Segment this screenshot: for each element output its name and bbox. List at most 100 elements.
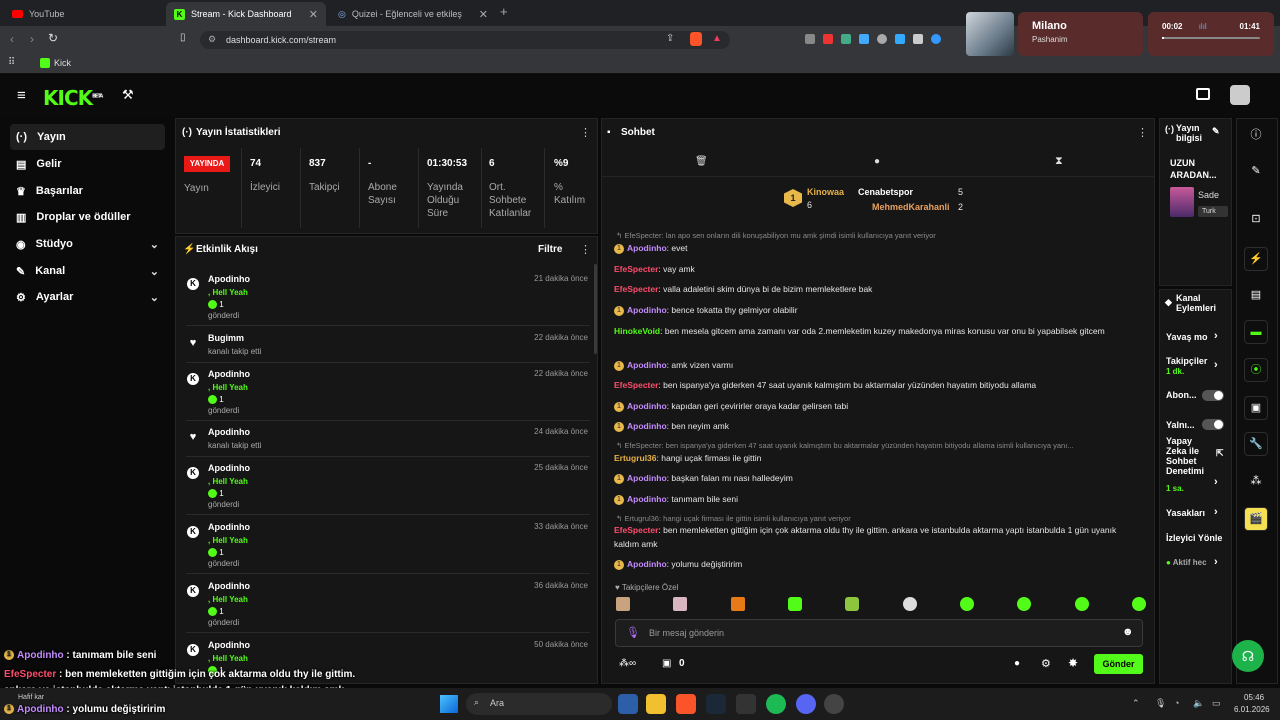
close-tab-icon[interactable]: ✕ [309,8,318,21]
stream-preview-icon[interactable] [1196,88,1210,100]
lightning-icon[interactable]: ⚡ [1244,247,1268,271]
badge-settings-icon[interactable]: ✸ [1068,656,1078,670]
avatar[interactable] [1230,85,1250,105]
headset-support-icon[interactable]: ☊ [1232,640,1264,672]
emote-icon[interactable] [730,597,745,611]
emote-icon[interactable] [845,597,860,611]
broadcast-icon[interactable]: ⦿ [1244,358,1268,382]
sidebar-item-basarilar[interactable]: ♛ Başarılar [10,178,165,204]
filter-button[interactable]: Filtre [538,244,562,255]
kick-logo[interactable]: KICKBETA [43,86,103,110]
apps-icon[interactable]: ⠿ [8,57,15,68]
more-options-icon[interactable]: ⋮ [580,126,591,139]
clapper-icon[interactable]: 🎬 [1244,507,1268,531]
action-viewer-redirect[interactable]: İzleyici Yönle [1166,533,1230,543]
edit-icon[interactable]: ✎ [1244,160,1268,184]
gear-icon[interactable]: ⚙ [1041,657,1051,670]
sidebar-item-gelir[interactable]: ▤ Gelir [10,151,165,177]
emote-icon[interactable] [902,597,917,611]
stream-tag[interactable]: Turk [1198,206,1228,217]
epic-games-icon[interactable] [736,694,756,714]
subscribers-only-toggle[interactable] [1202,390,1224,401]
extension-icon[interactable] [859,34,869,44]
chat-bubble-icon[interactable]: ● [1014,658,1020,669]
tab-quizei[interactable]: ◎ Quizei - Eğlenceli ve etkileşimli quiz… [330,2,496,26]
microphone-icon[interactable]: 🎙 [626,626,640,639]
info-icon[interactable]: ⓘ [1244,124,1268,148]
emote-icon[interactable] [1017,597,1032,611]
tray-chevron-icon[interactable]: ⌃ [1132,698,1140,709]
steam-icon[interactable] [706,694,726,714]
forward-icon[interactable]: › [30,32,34,46]
emote-icon[interactable] [673,597,688,611]
chat-bubble-icon[interactable]: ▬ [1244,320,1268,344]
scrollbar[interactable] [594,264,597,354]
action-ai-moderation[interactable]: Yapay Zeka ile Sohbet Denetimi Hesap ya [1166,436,1210,476]
sidebar-item-droplar[interactable]: ▥ Droplar ve ödüller [10,204,165,230]
trash-icon[interactable]: 🗑 [695,156,708,167]
clock-time[interactable]: 05:46 [1244,693,1264,702]
bookmark-icon[interactable]: ▯ [180,32,186,43]
task-view-icon[interactable] [618,694,638,714]
bookmark-kick[interactable]: Kick [54,58,71,68]
share-icon[interactable]: ⁂ [1244,470,1268,494]
brave-shield-icon[interactable] [690,32,702,46]
hammer-icon[interactable]: ⚒ [122,87,134,103]
microphone-icon[interactable]: 🎙 [1155,698,1166,709]
hamburger-menu-icon[interactable]: ≡ [17,87,26,104]
reload-icon[interactable]: ↻ [48,31,58,45]
sidebar-item-studyo[interactable]: ◉ Stüdyo ⌄ [10,231,165,257]
close-tab-icon[interactable]: ✕ [479,8,488,21]
extension-icon[interactable] [895,34,905,44]
clock-date[interactable]: 6.01.2026 [1234,705,1270,714]
discord-icon[interactable] [796,694,816,714]
category-name[interactable]: Sade [1198,190,1219,200]
sidebar-item-kanal[interactable]: ✎ Kanal ⌄ [10,258,165,284]
back-icon[interactable]: ‹ [10,32,14,46]
file-explorer-icon[interactable] [646,694,666,714]
emoji-icon[interactable]: ☻ [1122,626,1134,638]
chat-input[interactable]: 🎙 Bir mesaj gönderin ☻ [615,619,1143,647]
spotify-icon[interactable] [766,694,786,714]
layout-icon[interactable]: ▣ [1244,396,1268,420]
more-options-icon[interactable]: ⋮ [1137,126,1148,139]
extension-icon[interactable] [823,34,833,44]
wrench-icon[interactable]: 🔧 [1244,432,1268,456]
brave-rewards-icon[interactable]: ▲ [712,33,722,44]
more-options-icon[interactable]: ⋮ [580,243,591,256]
tab-kick-dashboard[interactable]: K Stream - Kick Dashboard ✕ [166,2,326,26]
edit-icon[interactable]: ✎ [1212,126,1220,137]
external-link-icon[interactable]: ⇱ [1216,448,1224,459]
document-icon[interactable]: ▤ [1244,284,1268,308]
emote-icon[interactable] [616,597,630,611]
battery-icon[interactable]: ▭ [1212,698,1221,709]
extension-icon[interactable] [931,34,941,44]
extension-icon[interactable] [805,34,815,44]
category-thumbnail[interactable] [1170,187,1194,217]
extension-icon[interactable] [913,34,923,44]
send-button[interactable]: Gönder [1094,654,1143,674]
address-bar[interactable]: ⚙ dashboard.kick.com/stream ⇪ ▲ [200,31,730,49]
sidebar-item-yayin[interactable]: (·) Yayın [10,124,165,150]
brave-browser-icon[interactable] [676,694,696,714]
camera-icon[interactable]: ⊡ [1244,208,1268,232]
obs-icon[interactable] [824,694,844,714]
emote-icon[interactable] [959,597,974,611]
sticker-icon[interactable]: ⁂∞ [619,658,636,669]
tab-youtube[interactable]: YouTube [4,2,164,26]
emotes-only-toggle[interactable] [1202,419,1224,430]
windows-start-icon[interactable] [440,695,458,713]
extension-icon[interactable] [841,34,851,44]
share-icon[interactable]: ⇪ [666,33,674,44]
wifi-icon[interactable]: ◔ [1174,698,1179,708]
speaker-icon[interactable]: 🔈 [1193,698,1204,709]
weather-widget[interactable]: Hafif kar [18,694,44,701]
action-slow-mode[interactable]: Yavaş mo [1166,332,1210,342]
sidebar-item-ayarlar[interactable]: ⚙ Ayarlar ⌄ [10,284,165,310]
emote-icon[interactable] [787,597,802,611]
emote-icon[interactable] [1131,597,1146,611]
site-info-icon[interactable]: ⚙ [208,34,216,45]
new-tab-button[interactable]: + [500,4,508,19]
extension-icon[interactable] [877,34,887,44]
chat-bubble-icon[interactable]: ● [874,156,880,167]
